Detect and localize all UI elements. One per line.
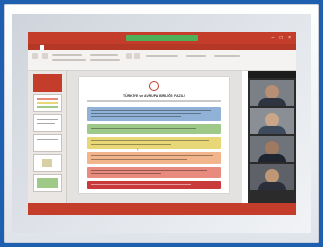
slide-thumbnail-pane: [28, 71, 67, 203]
university-logo-icon: [149, 81, 159, 91]
title-bar: – □ ×: [28, 32, 296, 44]
quick-styles[interactable]: [146, 55, 178, 57]
content-band-red: [87, 181, 221, 189]
mouse-pointer-icon: ‹: [137, 147, 139, 153]
slide-thumbnail-3[interactable]: [33, 114, 62, 132]
alignment-row[interactable]: [90, 59, 120, 61]
video-call-toolbar[interactable]: [248, 71, 296, 78]
new-slide-button[interactable]: [42, 53, 48, 59]
content-band-salmon: [87, 167, 221, 178]
participant-avatar: [265, 113, 279, 127]
slide-editing-canvas: TÜRKİYE ve AVRUPA BİRLİĞİ: FAZIL! ‹: [67, 71, 242, 203]
content-band-yellow: [87, 137, 221, 149]
ribbon-toolbar: [28, 50, 296, 71]
participant-video-4[interactable]: [250, 164, 294, 190]
slide-thumbnail-4[interactable]: [33, 134, 62, 152]
participant-avatar: [265, 85, 279, 99]
participant-video-2[interactable]: [250, 108, 294, 134]
slide-thumbnail-6[interactable]: [33, 174, 62, 192]
paragraph-row[interactable]: [90, 54, 118, 56]
find-group[interactable]: [186, 55, 206, 57]
participant-video-3[interactable]: [250, 136, 294, 162]
slide-thumbnail-2[interactable]: [33, 94, 62, 112]
participant-video-1[interactable]: [250, 80, 294, 106]
window-controls[interactable]: – □ ×: [272, 35, 294, 41]
content-band-green: [87, 124, 221, 134]
screen: – □ × TÜRKİYE ve AVRUPA BİRLİĞİ: FAZIL! …: [28, 32, 296, 215]
participant-avatar: [265, 141, 279, 155]
content-band-blue: [87, 107, 221, 121]
font-selector[interactable]: [52, 54, 82, 56]
arrange-button[interactable]: [134, 53, 140, 59]
status-bar: [28, 203, 296, 215]
shapes-button[interactable]: [126, 53, 132, 59]
slide-title: TÜRKİYE ve AVRUPA BİRLİĞİ: FAZIL!: [122, 94, 186, 98]
participant-avatar: [265, 169, 279, 183]
font-format-row[interactable]: [52, 59, 86, 61]
current-slide[interactable]: TÜRKİYE ve AVRUPA BİRLİĞİ: FAZIL!: [79, 77, 229, 193]
content-band-orange: [87, 152, 221, 164]
recording-status-bar: [126, 35, 198, 41]
slide-thumbnail-1[interactable]: [33, 74, 62, 92]
slide-intro-line: [87, 100, 221, 102]
video-call-panel: [248, 71, 296, 203]
editing-group[interactable]: [214, 55, 240, 57]
paste-button[interactable]: [32, 53, 38, 59]
slide-thumbnail-5[interactable]: [33, 154, 62, 172]
